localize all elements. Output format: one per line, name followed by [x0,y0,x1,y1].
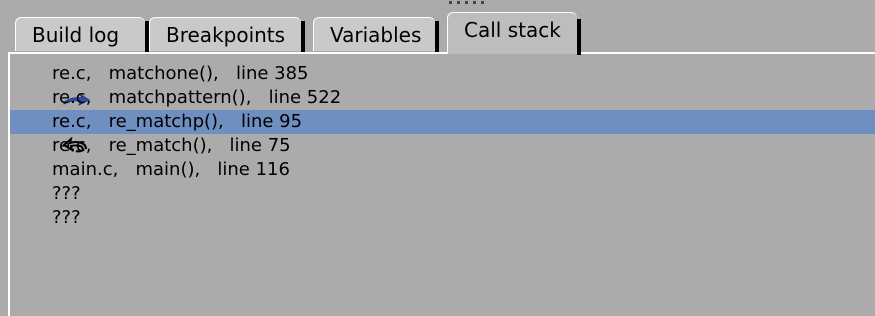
frame-text: ??? [52,183,81,204]
call-stack-frame[interactable]: re.c, matchpattern(), line 522 [10,86,875,110]
frame-text: re.c, matchpattern(), line 522 [52,87,342,108]
frame-text: re.c, re_match(), line 75 [52,135,291,156]
call-stack-frame[interactable]: ??? [10,182,875,206]
tab-label: Breakpoints [166,23,286,47]
call-stack-frame[interactable]: ??? [10,206,875,230]
tab-breakpoints[interactable]: Breakpoints [149,17,305,52]
tab-call-stack[interactable]: Call stack [447,12,581,55]
call-stack-list: re.c, matchone(), line 385 re.c, matchpa… [10,62,875,230]
tab-label: Variables [330,23,422,47]
frame-text: ??? [52,207,81,228]
frame-text: main.c, main(), line 116 [52,159,290,180]
tab-build-log[interactable]: Build log [15,17,149,52]
call-stack-frame-selected[interactable]: re.c, re_matchp(), line 95 [10,110,875,153]
debugger-panel: Build log Breakpoints Variables Call sta… [0,0,875,316]
call-stack-frame[interactable]: re.c, re_match(), line 75 [10,134,875,158]
tab-label: Call stack [464,18,561,42]
call-stack-frame[interactable]: main.c, main(), line 116 [10,158,875,182]
frame-text: re.c, matchone(), line 385 [52,63,309,84]
tab-bar: Build log Breakpoints Variables Call sta… [0,0,875,55]
call-stack-frame[interactable]: re.c, matchone(), line 385 [10,62,875,106]
current-frame-arrow-icon [16,65,90,106]
frame-text: re.c, re_matchp(), line 95 [52,111,303,132]
return-arrow-icon [16,113,87,153]
tab-label: Build log [32,23,120,47]
tab-variables[interactable]: Variables [313,17,439,52]
